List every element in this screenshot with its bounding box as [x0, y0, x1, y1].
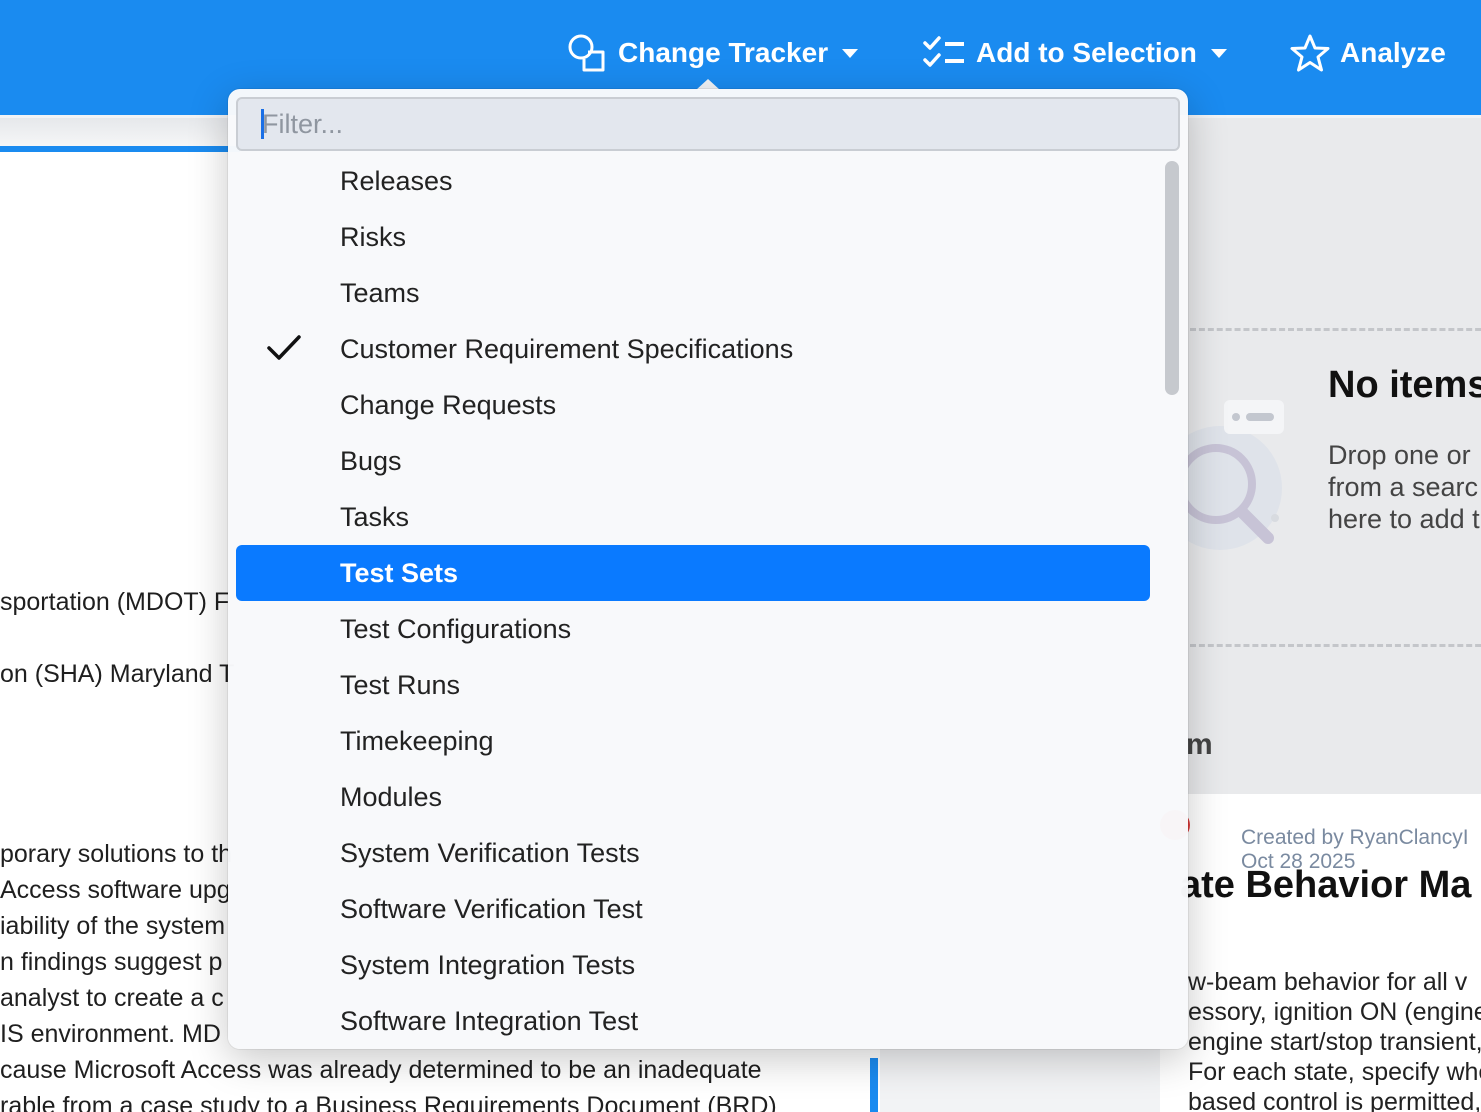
menu-item-label: Customer Requirement Specifications	[340, 333, 794, 364]
card-body-line: based control is permitted, whether manu…	[1188, 1088, 1481, 1112]
document-text-line: on (SHA) Maryland T	[0, 660, 235, 688]
document-text-line: rable from a case study to a Business Re…	[0, 1092, 777, 1112]
menu-item-label: Change Requests	[340, 389, 557, 420]
tracker-list: Releases Risks Teams Customer Requirement S…	[236, 153, 1150, 1049]
menu-item-label: Tasks	[340, 501, 410, 532]
menu-item-label: Teams	[340, 277, 420, 308]
drop-zone-border-top	[1190, 328, 1481, 331]
empty-state-title: No items	[1328, 364, 1481, 406]
filter-input[interactable]	[236, 97, 1180, 151]
menu-item[interactable]: Test Sets	[236, 545, 1150, 601]
menu-item[interactable]: Software Verification Test	[236, 881, 1150, 937]
checklist-icon	[922, 35, 966, 71]
empty-state-text: from a searc	[1328, 472, 1479, 502]
analyze-label: Analyze	[1340, 37, 1446, 68]
document-text-line: sportation (MDOT) F	[0, 588, 230, 616]
document-text-line: iability of the system	[0, 912, 226, 940]
menu-item[interactable]: System Verification Tests	[236, 825, 1150, 881]
document-text-line: analyst to create a c	[0, 984, 224, 1012]
chevron-down-icon	[1210, 48, 1227, 58]
document-text-line: Access software upg	[0, 876, 231, 904]
change-tracker-button[interactable]: Change Tracker	[566, 30, 859, 76]
menu-item[interactable]: Teams	[236, 265, 1150, 321]
card-body-line: w-beam behavior for all v	[1188, 968, 1468, 996]
menu-item[interactable]: Change Requests	[236, 377, 1150, 433]
menu-item[interactable]: Test Runs	[236, 657, 1150, 713]
change-tracker-label: Change Tracker	[618, 37, 829, 68]
text-cursor	[261, 109, 264, 139]
menu-item-label: Test Sets	[340, 557, 459, 588]
chevron-down-icon	[842, 48, 859, 58]
menu-item[interactable]: Releases	[236, 153, 1150, 209]
drop-zone-border-bottom	[1190, 644, 1481, 647]
card-body-line: For each state, specify whether automati…	[1188, 1058, 1481, 1086]
checkmark-icon	[266, 333, 302, 368]
menu-item-label: Risks	[340, 221, 406, 252]
empty-state-text: Drop one or	[1328, 440, 1471, 470]
tracker-dropdown-menu: Releases Risks Teams Customer Requirement S…	[228, 89, 1188, 1049]
menu-item[interactable]: Risks	[236, 209, 1150, 265]
selection-panel: No items Drop one or from a searc here t…	[1160, 118, 1481, 1112]
menu-item-label: Software Integration Test	[340, 1005, 639, 1036]
card-body-line: essory, ignition ON (engine	[1188, 998, 1481, 1026]
menu-item[interactable]: Bugs	[236, 433, 1150, 489]
empty-search-illustration-icon	[1160, 388, 1290, 593]
menu-item[interactable]: Test Configurations	[236, 601, 1150, 657]
card-title: ate Behavior Ma	[1180, 864, 1472, 906]
menu-item[interactable]: Tasks	[236, 489, 1150, 545]
document-text-line: n findings suggest p	[0, 948, 223, 976]
menu-item-label: Timekeeping	[340, 725, 494, 756]
menu-item-label: Test Configurations	[340, 613, 572, 644]
document-text-line: cause Microsoft Access was already deter…	[0, 1056, 762, 1084]
document-text-line: porary solutions to th	[0, 840, 233, 868]
menu-item[interactable]: Modules	[236, 769, 1150, 825]
scrollbar[interactable]	[1162, 155, 1182, 1045]
change-tracker-icon	[566, 32, 608, 74]
add-to-selection-label: Add to Selection	[976, 37, 1197, 68]
section-heading: m	[1186, 728, 1213, 761]
created-by-text: Created by RyanClancyI	[1241, 826, 1469, 849]
menu-item-label: Modules	[340, 781, 443, 812]
empty-state-text: here to add t	[1328, 504, 1480, 534]
star-icon	[1290, 33, 1330, 73]
active-tab-indicator	[0, 146, 240, 152]
menu-item-label: Software Verification Test	[340, 893, 643, 924]
menu-item[interactable]: Customer Requirement Specifications	[236, 321, 1150, 377]
scrollbar-thumb[interactable]	[1165, 161, 1179, 395]
analyze-button[interactable]: Analyze	[1290, 30, 1446, 76]
menu-item[interactable]: Timekeeping	[236, 713, 1150, 769]
card-body-line: engine start/stop transient, parking, an…	[1188, 1028, 1481, 1056]
menu-item-label: Bugs	[340, 445, 402, 476]
document-scroll-indicator	[870, 1058, 878, 1112]
document-text-line: IS environment. MD	[0, 1020, 221, 1048]
add-to-selection-button[interactable]: Add to Selection	[922, 30, 1227, 76]
menu-item[interactable]: Software Integration Test	[236, 993, 1150, 1049]
menu-item[interactable]: System Integration Tests	[236, 937, 1150, 993]
item-card[interactable]: Created by RyanClancyI Oct 28 2025 ate B…	[1160, 794, 1481, 1112]
menu-item-label: Test Runs	[340, 669, 461, 700]
menu-item-label: System Integration Tests	[340, 949, 636, 980]
menu-item-label: Releases	[340, 165, 453, 196]
menu-item-label: System Verification Tests	[340, 837, 640, 868]
